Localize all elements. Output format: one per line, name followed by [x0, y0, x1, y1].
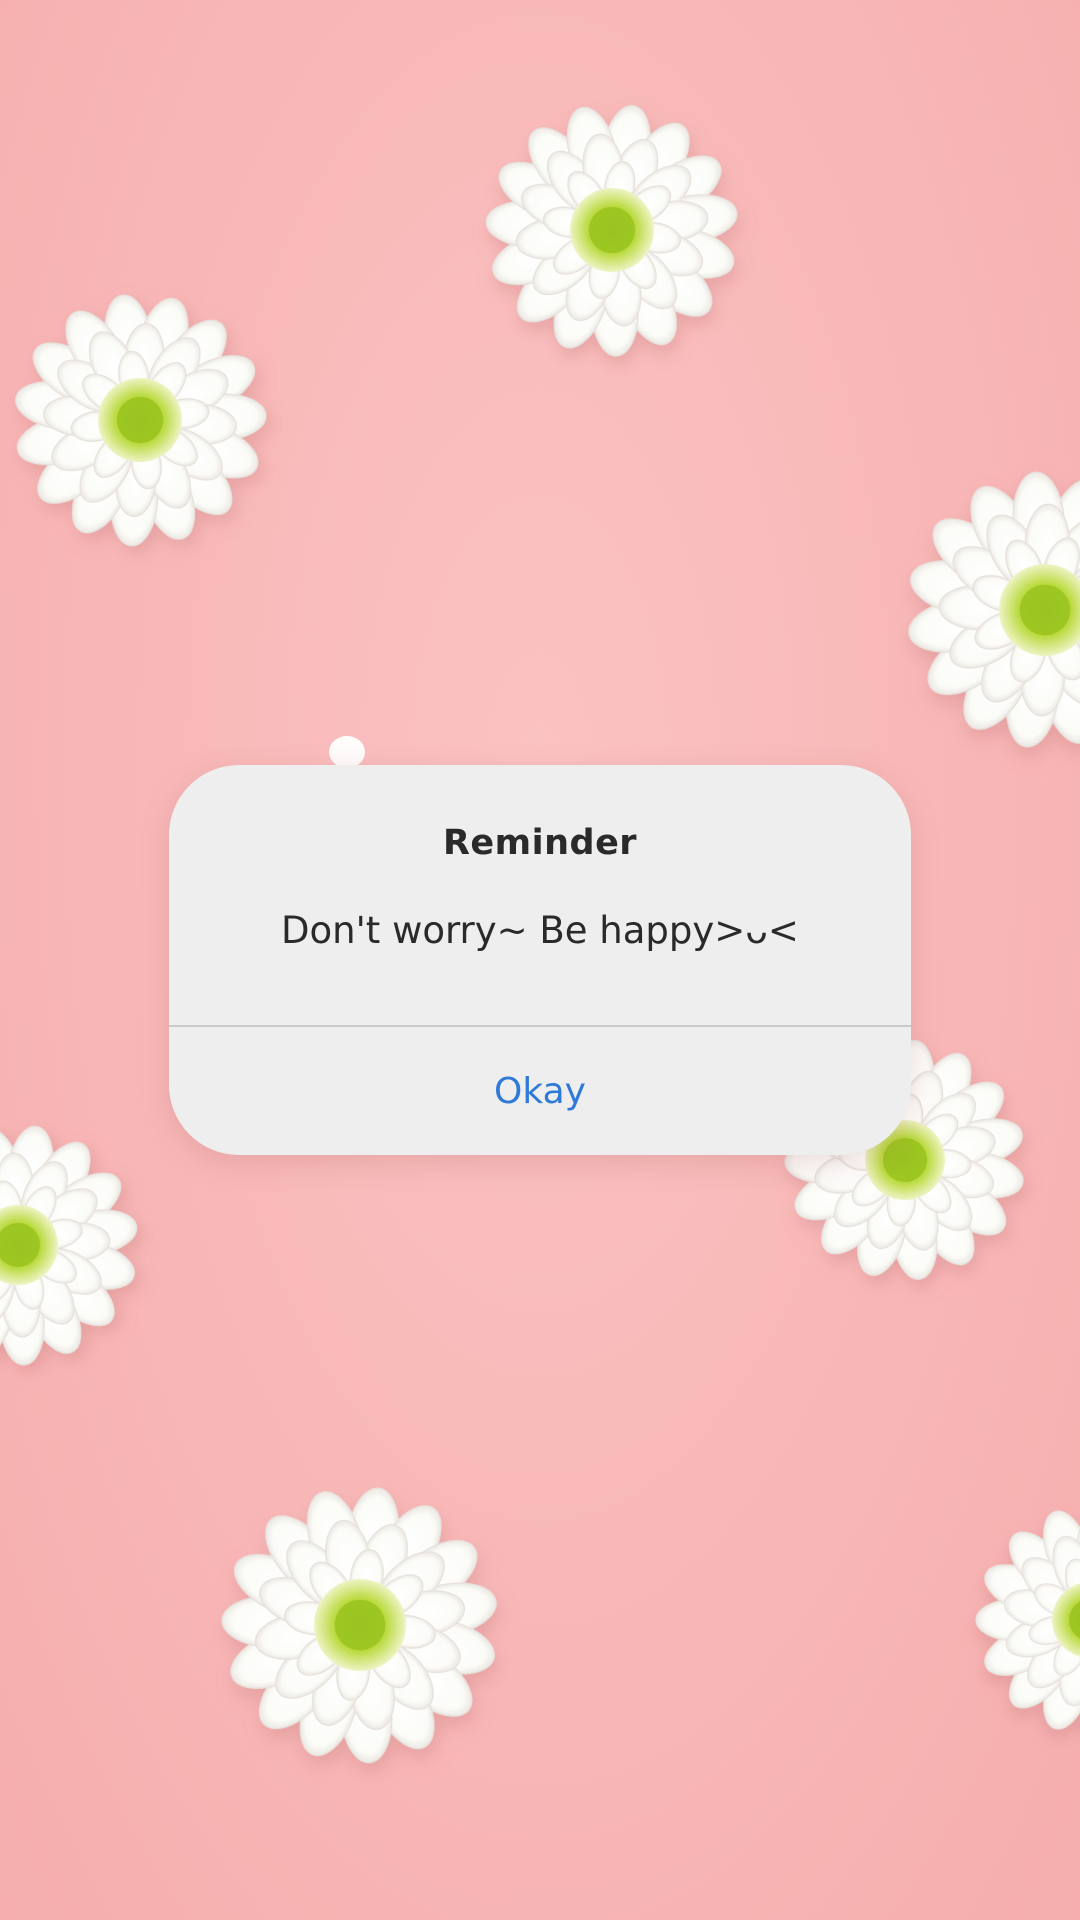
dialog-title: Reminder — [442, 823, 638, 863]
okay-button[interactable]: Okay — [169, 1027, 911, 1155]
reminder-dialog: Reminder Don't worry~ Be happy>ᴗ< Okay — [169, 765, 911, 1155]
dialog-message: Don't worry~ Be happy>ᴗ< — [281, 909, 799, 952]
